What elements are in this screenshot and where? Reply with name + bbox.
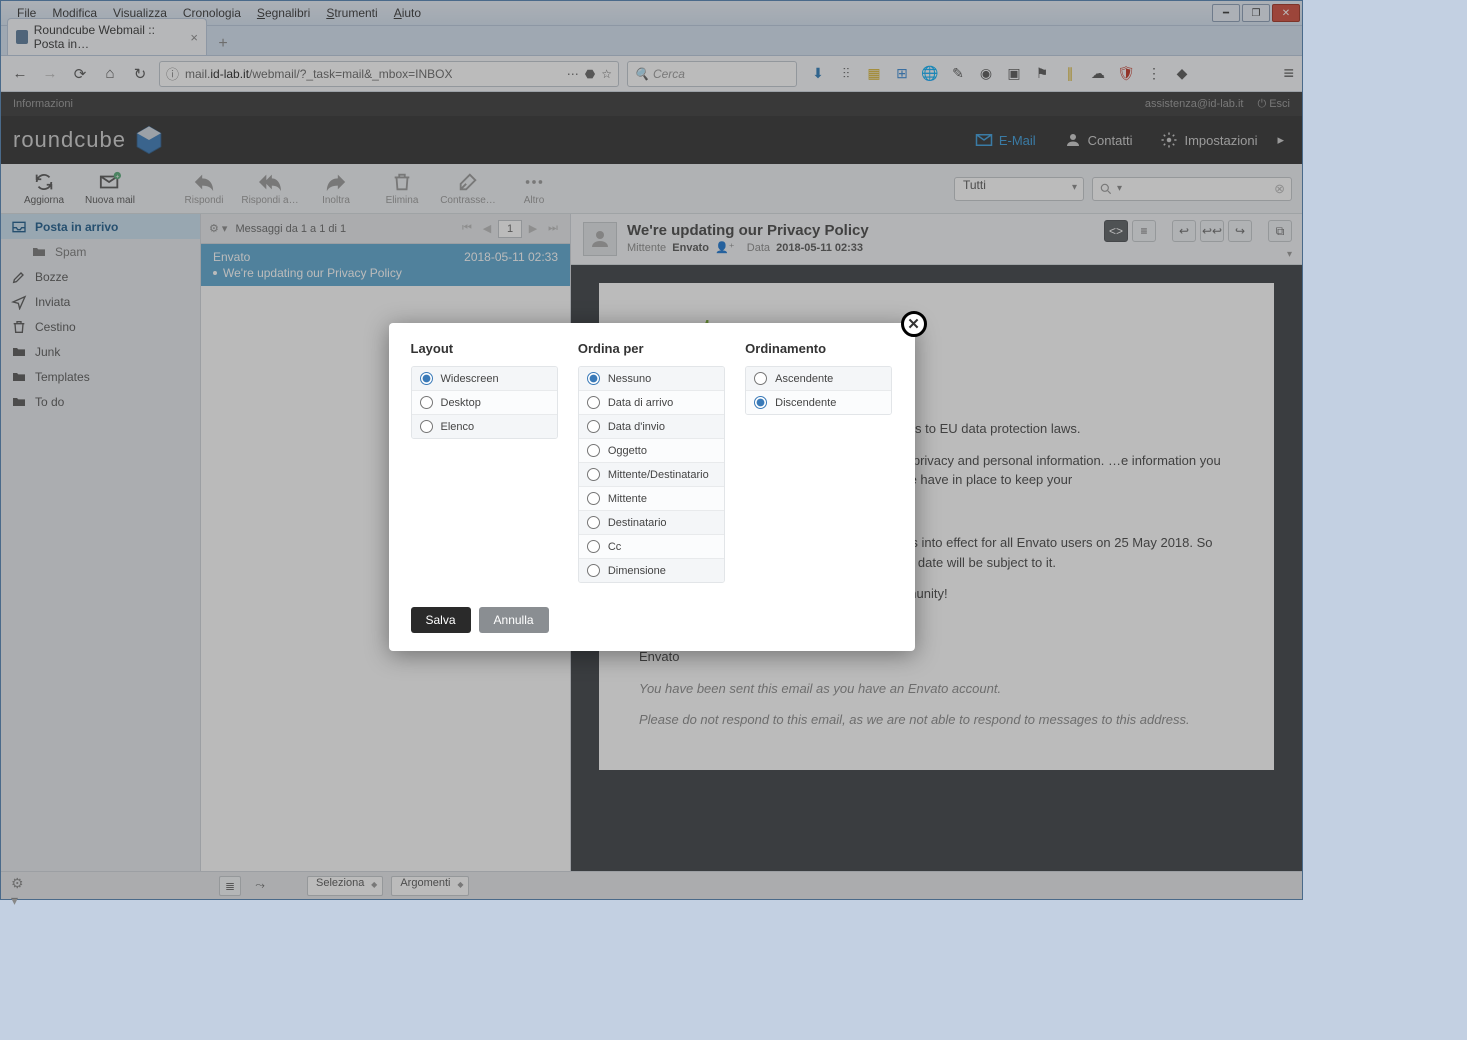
radio-layout-desktop[interactable]: Desktop bbox=[412, 391, 557, 415]
radio-layout-widescreen[interactable]: Widescreen bbox=[412, 367, 557, 391]
col-layout-title: Layout bbox=[411, 341, 558, 356]
radio-sort-dimensione[interactable]: Dimensione bbox=[579, 559, 724, 582]
radio-sort-cc[interactable]: Cc bbox=[579, 535, 724, 559]
radio-sort-oggetto[interactable]: Oggetto bbox=[579, 439, 724, 463]
col-order-title: Ordinamento bbox=[745, 341, 892, 356]
dialog-close-button[interactable]: ✕ bbox=[901, 311, 927, 337]
radio-order-ascendente[interactable]: Ascendente bbox=[746, 367, 891, 391]
col-sort-title: Ordina per bbox=[578, 341, 725, 356]
radio-sort-mittente-destinatario[interactable]: Mittente/Destinatario bbox=[579, 463, 724, 487]
list-options-dialog: ✕ Layout WidescreenDesktopElenco Ordina … bbox=[389, 323, 915, 651]
cancel-button[interactable]: Annulla bbox=[479, 607, 549, 633]
save-button[interactable]: Salva bbox=[411, 607, 471, 633]
radio-sort-data-di-arrivo[interactable]: Data di arrivo bbox=[579, 391, 724, 415]
radio-sort-mittente[interactable]: Mittente bbox=[579, 487, 724, 511]
radio-order-discendente[interactable]: Discendente bbox=[746, 391, 891, 414]
radio-sort-destinatario[interactable]: Destinatario bbox=[579, 511, 724, 535]
radio-sort-nessuno[interactable]: Nessuno bbox=[579, 367, 724, 391]
radio-sort-data-d-invio[interactable]: Data d'invio bbox=[579, 415, 724, 439]
radio-layout-elenco[interactable]: Elenco bbox=[412, 415, 557, 438]
modal-overlay: ✕ Layout WidescreenDesktopElenco Ordina … bbox=[1, 1, 1302, 899]
